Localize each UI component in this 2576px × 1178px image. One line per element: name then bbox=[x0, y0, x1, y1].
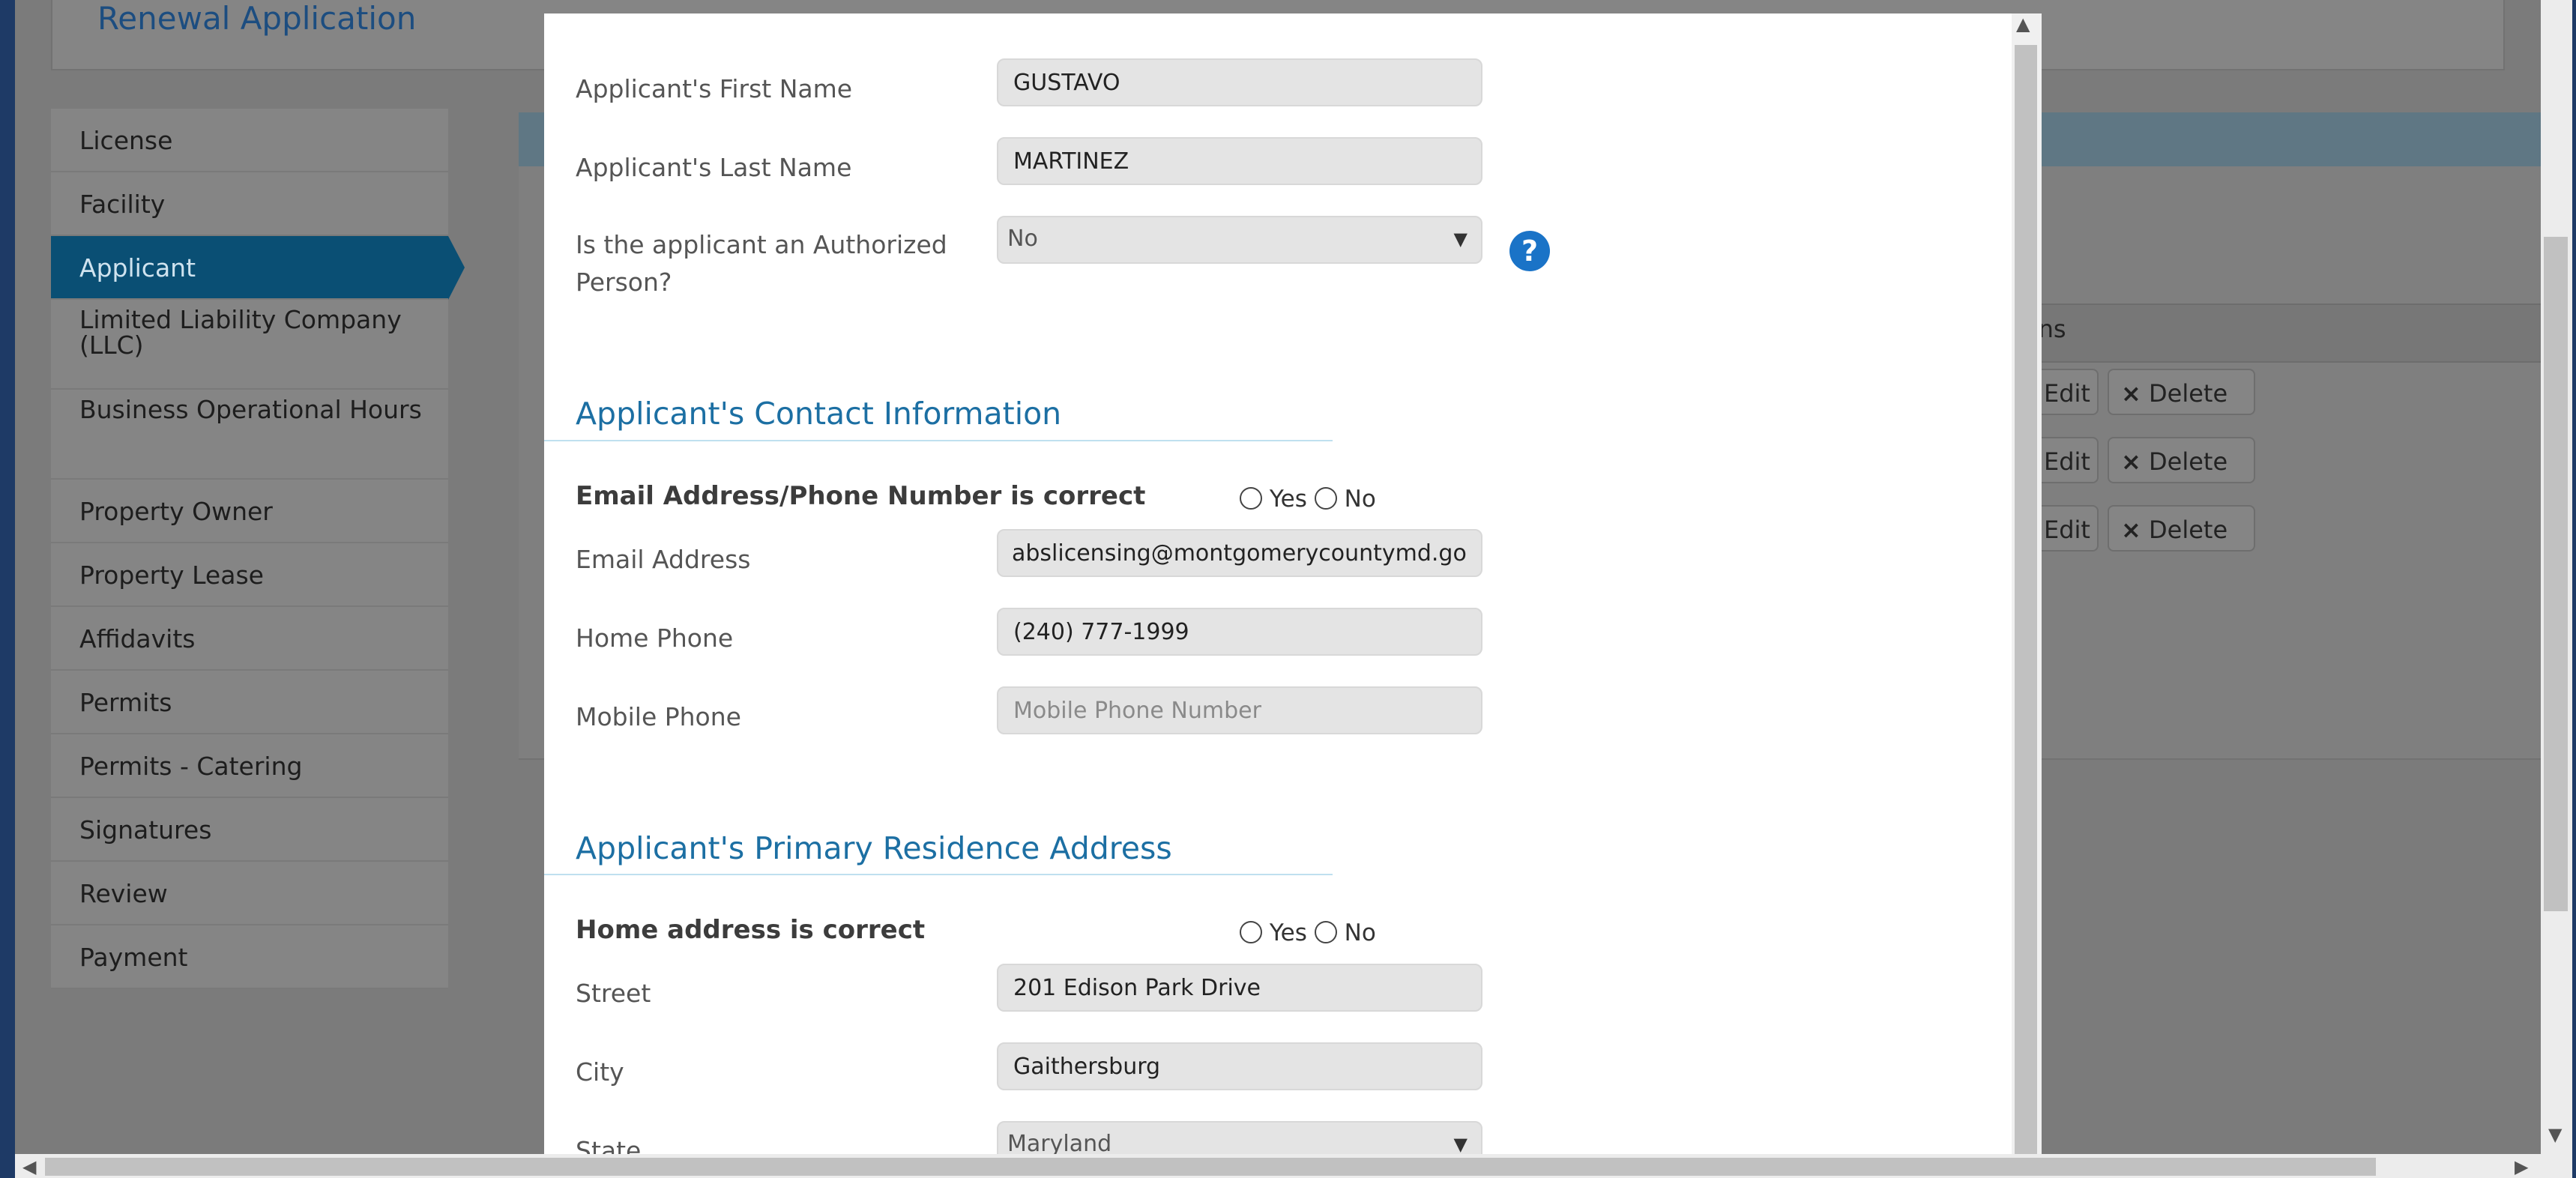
mobile-phone-input[interactable] bbox=[997, 686, 1482, 734]
email-input[interactable] bbox=[997, 529, 1482, 577]
street-input[interactable] bbox=[997, 964, 1482, 1012]
authorized-person-label: Is the applicant an Authorized Person? bbox=[576, 230, 947, 297]
section-divider bbox=[544, 440, 1333, 441]
address-confirm-radios: Yes No bbox=[1240, 919, 1376, 946]
state-label: State bbox=[576, 1136, 642, 1154]
section-divider bbox=[544, 874, 1333, 875]
close-icon: × bbox=[2121, 379, 2141, 408]
applicant-modal: Applicant's First Name Applicant's Last … bbox=[544, 13, 2042, 1154]
street-label: Street bbox=[576, 979, 651, 1008]
modal-scroll-thumb[interactable] bbox=[2015, 45, 2037, 1154]
delete-button[interactable]: × Delete bbox=[2108, 369, 2255, 415]
delete-button[interactable]: × Delete bbox=[2108, 437, 2255, 483]
address-confirm-label: Home address is correct bbox=[576, 915, 926, 945]
contact-confirm-label: Email Address/Phone Number is correct bbox=[576, 481, 1146, 511]
nav-item-permits[interactable]: Permits bbox=[51, 671, 448, 734]
page-horizontal-scroll-thumb[interactable] bbox=[45, 1158, 2376, 1176]
mobile-phone-label: Mobile Phone bbox=[576, 702, 741, 731]
address-no-radio[interactable] bbox=[1314, 921, 1337, 943]
step-nav: License Facility Applicant Limited Liabi… bbox=[51, 109, 465, 989]
first-name-label: Applicant's First Name bbox=[576, 74, 853, 103]
nav-item-permits-catering[interactable]: Permits - Catering bbox=[51, 734, 448, 798]
caret-down-icon: ▼ bbox=[1453, 229, 1468, 250]
table-header bbox=[2024, 303, 2541, 363]
residence-section-heading: Applicant's Primary Residence Address bbox=[576, 830, 1172, 866]
nav-item-affidavits[interactable]: Affidavits bbox=[51, 607, 448, 671]
nav-item-applicant[interactable]: Applicant bbox=[51, 236, 465, 300]
email-label: Email Address bbox=[576, 545, 751, 574]
nav-item-signatures[interactable]: Signatures bbox=[51, 798, 448, 862]
home-phone-label: Home Phone bbox=[576, 623, 734, 653]
nav-item-property-lease[interactable]: Property Lease bbox=[51, 543, 448, 607]
scroll-left-icon[interactable]: ◀ bbox=[22, 1156, 36, 1177]
scroll-right-icon[interactable]: ▶ bbox=[2515, 1156, 2528, 1177]
delete-button[interactable]: × Delete bbox=[2108, 505, 2255, 552]
app-window: Renewal Application License Facility App… bbox=[15, 0, 2541, 1154]
scroll-up-icon[interactable]: ▲ bbox=[2016, 13, 2030, 34]
nav-item-facility[interactable]: Facility bbox=[51, 172, 448, 236]
close-icon: × bbox=[2121, 516, 2141, 544]
scroll-down-icon[interactable]: ▼ bbox=[2548, 1124, 2562, 1145]
state-select[interactable]: Maryland ▼ bbox=[997, 1121, 1482, 1154]
last-name-label: Applicant's Last Name bbox=[576, 153, 852, 182]
nav-item-property-owner[interactable]: Property Owner bbox=[51, 480, 448, 543]
contact-no-radio[interactable] bbox=[1314, 487, 1337, 510]
contact-confirm-radios: Yes No bbox=[1240, 486, 1376, 513]
nav-item-operational-hours[interactable]: Business Operational Hours bbox=[51, 390, 448, 480]
nav-item-review[interactable]: Review bbox=[51, 862, 448, 925]
contact-yes-radio[interactable] bbox=[1240, 487, 1262, 510]
city-label: City bbox=[576, 1057, 624, 1087]
first-name-input[interactable] bbox=[997, 58, 1482, 106]
nav-item-payment[interactable]: Payment bbox=[51, 925, 448, 989]
page-vertical-scroll-thumb[interactable] bbox=[2544, 237, 2568, 911]
page-title: Renewal Application bbox=[97, 0, 417, 37]
home-phone-input[interactable] bbox=[997, 608, 1482, 656]
nav-item-license[interactable]: License bbox=[51, 109, 448, 172]
last-name-input[interactable] bbox=[997, 137, 1482, 185]
city-input[interactable] bbox=[997, 1042, 1482, 1090]
caret-down-icon: ▼ bbox=[1453, 1134, 1468, 1154]
nav-item-llc[interactable]: Limited Liability Company (LLC) bbox=[51, 300, 448, 390]
help-icon[interactable]: ? bbox=[1509, 231, 1550, 271]
address-yes-radio[interactable] bbox=[1240, 921, 1262, 943]
close-icon: × bbox=[2121, 447, 2141, 476]
contact-section-heading: Applicant's Contact Information bbox=[576, 396, 1062, 432]
authorized-person-select[interactable]: No ▼ bbox=[997, 216, 1482, 264]
